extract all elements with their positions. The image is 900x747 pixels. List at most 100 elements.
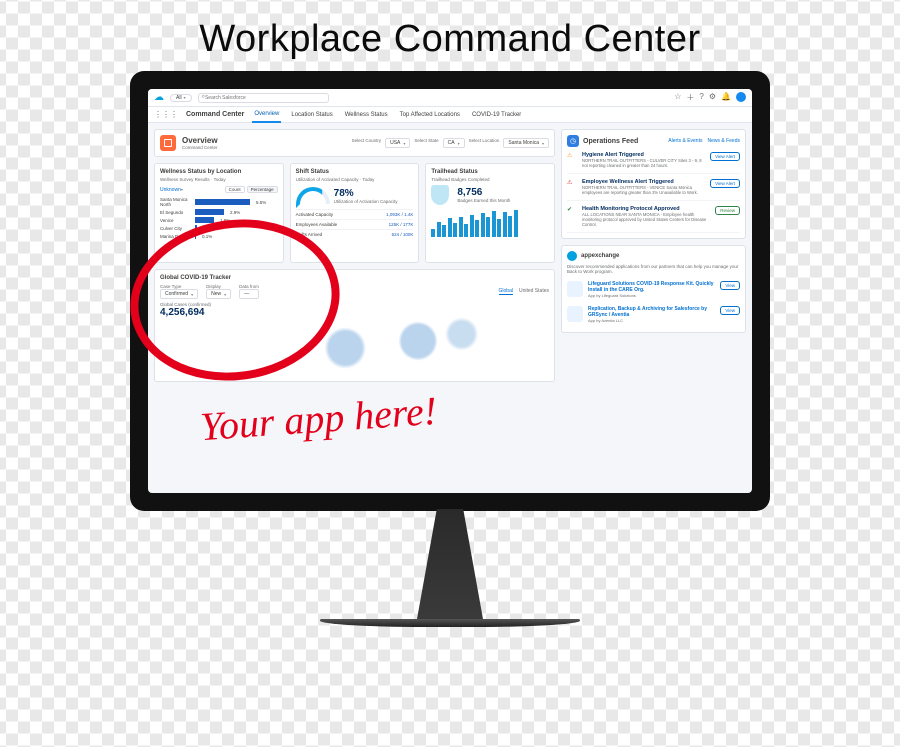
spark-bar — [486, 217, 490, 237]
utilization-value: 78% — [334, 188, 398, 199]
global-search[interactable]: ⌕ — [198, 93, 329, 103]
notifications-icon[interactable]: 🔔 — [721, 92, 731, 103]
scope-dropdown[interactable]: All — [170, 94, 192, 102]
appexchange-card: appexchange Discover recommended applica… — [561, 245, 746, 333]
wellness-row-bar — [195, 233, 196, 239]
wellness-row-bar — [195, 217, 214, 223]
case-type-select[interactable]: Confirmed — [160, 289, 198, 299]
overview-header-card: Overview Command Center Select Country U… — [154, 129, 555, 157]
trailhead-value: 8,756 — [457, 187, 510, 198]
alert-warn-icon: ⚠ — [567, 152, 577, 162]
salesforce-cloud-icon: ☁ — [154, 92, 164, 103]
alert-desc: NORTHERN TRAIL OUTFITTERS - VENICE Santa… — [582, 185, 705, 195]
wellness-row: Venice 1.9% — [160, 217, 278, 223]
ops-alert: ✔ Health Monitoring Protocol Approved AL… — [567, 201, 740, 233]
setup-gear-icon[interactable]: ⚙ — [709, 92, 716, 103]
wellness-row: Culver City 0.2% — [160, 225, 278, 231]
shift-title: Shift Status — [296, 169, 414, 175]
date-label: Data from — [239, 284, 259, 289]
covid-tab-global[interactable]: Global — [499, 288, 513, 295]
wellness-row-label: Santa Monica North — [160, 197, 192, 207]
overview-icon — [160, 135, 176, 151]
wellness-row-label: Marina Del Rey — [160, 234, 192, 239]
appexchange-view-button[interactable]: View — [720, 281, 740, 290]
alert-ok-icon: ✔ — [567, 206, 577, 216]
country-select[interactable]: USA — [385, 138, 410, 148]
favorite-icon[interactable]: ☆ — [674, 92, 681, 103]
covid-map[interactable] — [258, 306, 549, 376]
ops-link-alerts[interactable]: Alerts & Events — [668, 138, 702, 144]
tab-wellness-status[interactable]: Wellness Status — [343, 108, 390, 122]
monitor-stand — [395, 509, 505, 619]
spark-bar — [459, 217, 463, 237]
trailhead-label: Badges Earned this Month — [457, 198, 510, 203]
spark-bar — [497, 219, 501, 237]
help-icon[interactable]: ? — [699, 92, 703, 103]
shift-status-card: Shift Status Utilization of Activated Ca… — [290, 163, 420, 263]
trailhead-subtitle: Trailhead Badges Completed — [431, 177, 549, 182]
utilization-label: Utilization of Activation Capacity — [334, 199, 398, 204]
wellness-row-bar — [195, 209, 224, 215]
app-name: Command Center — [186, 111, 244, 118]
appexchange-item-title: Lifeguard Solutions COVID-19 Response Ki… — [588, 281, 715, 293]
appexchange-blurb: Discover recommended applications from o… — [567, 264, 740, 274]
global-header: ☁ All ⌕ ☆ ＋ ? ⚙ 🔔 — [148, 89, 752, 107]
spark-bar — [492, 211, 496, 237]
tab-covid-tracker[interactable]: COVID-19 Tracker — [470, 108, 523, 122]
toggle-percentage[interactable]: Percentage — [247, 186, 278, 193]
kv2-k: Shifts Arrived — [296, 232, 323, 237]
toggle-count[interactable]: Count — [225, 186, 245, 193]
wellness-subtitle: Wellness Survey Results · Today — [160, 177, 241, 182]
location-select[interactable]: Santa Monica — [503, 138, 549, 148]
page-title: Workplace Command Center — [0, 0, 900, 71]
wellness-row: El Segundo 2.9% — [160, 209, 278, 215]
alert-action-button[interactable]: View Alert — [710, 152, 740, 161]
tab-location-status[interactable]: Location Status — [289, 108, 334, 122]
wellness-row: Marina Del Rey 0.1% — [160, 233, 278, 239]
wellness-row-label: Culver City — [160, 226, 192, 231]
monitor-frame: ☁ All ⌕ ☆ ＋ ? ⚙ 🔔 ⋮⋮⋮ Command Center Ove… — [130, 71, 770, 511]
trailhead-badge-icon — [431, 185, 449, 205]
display-select[interactable]: New — [206, 289, 231, 299]
search-input[interactable] — [205, 95, 325, 101]
appexchange-item-icon — [567, 281, 583, 297]
appexchange-title: appexchange — [581, 253, 619, 259]
alert-action-button[interactable]: View Alert — [710, 179, 740, 188]
wellness-title: Wellness Status by Location — [160, 169, 241, 175]
alert-action-button[interactable]: Review — [715, 206, 740, 215]
spark-bar — [470, 215, 474, 237]
kv0-k: Activated Capacity — [296, 212, 333, 217]
wellness-row-label: Venice — [160, 218, 192, 223]
wellness-row-value: 5.5% — [256, 200, 266, 205]
trailhead-title: Trailhead Status — [431, 169, 549, 175]
state-select[interactable]: CA — [443, 138, 465, 148]
kv0-v: 1,093K / 1.4K — [386, 212, 413, 217]
appexchange-item-icon — [567, 306, 583, 322]
covid-tab-us[interactable]: United States — [519, 288, 549, 295]
appexchange-item: Lifeguard Solutions COVID-19 Response Ki… — [567, 277, 740, 302]
wellness-filter-dropdown[interactable]: Unknown — [160, 187, 183, 193]
spark-bar — [442, 225, 446, 237]
wellness-row-value: 0.2% — [203, 226, 213, 231]
tab-top-affected[interactable]: Top Affected Locations — [398, 108, 462, 122]
tab-overview[interactable]: Overview — [252, 107, 281, 123]
state-label: Select State — [414, 138, 438, 148]
appexchange-view-button[interactable]: View — [720, 306, 740, 315]
spark-bar — [464, 224, 468, 237]
app-nav: ⋮⋮⋮ Command Center Overview Location Sta… — [148, 107, 752, 123]
date-select[interactable]: — — [239, 289, 259, 299]
trailhead-card: Trailhead Status Trailhead Badges Comple… — [425, 163, 555, 263]
spark-bar — [514, 210, 518, 237]
wellness-row: Santa Monica North 5.5% — [160, 197, 278, 207]
wellness-row-value: 0.1% — [202, 234, 212, 239]
ops-link-news[interactable]: News & Feeds — [707, 138, 740, 144]
app-launcher-icon[interactable]: ⋮⋮⋮ — [154, 110, 178, 119]
spark-bar — [448, 218, 452, 237]
overview-title: Overview — [182, 136, 218, 145]
wellness-card: Wellness Status by Location Wellness Sur… — [154, 163, 284, 263]
avatar[interactable] — [736, 92, 746, 102]
overview-subtitle: Command Center — [182, 145, 218, 150]
add-icon[interactable]: ＋ — [686, 92, 694, 103]
wellness-row-value: 2.9% — [230, 210, 240, 215]
wellness-row-bar — [195, 225, 197, 231]
